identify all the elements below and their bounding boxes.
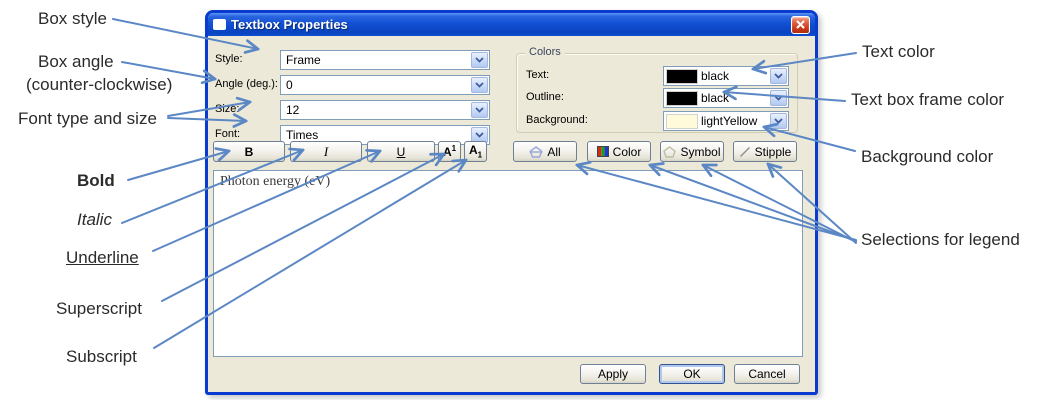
chevron-down-icon[interactable]: [770, 68, 787, 84]
annotation-text-color: Text color: [862, 42, 935, 62]
cancel-button-label: Cancel: [748, 367, 785, 381]
legend-color-button[interactable]: Color: [587, 141, 651, 162]
apply-button[interactable]: Apply: [580, 364, 646, 384]
annotation-font-type-size: Font type and size: [18, 109, 157, 129]
legend-all-button[interactable]: All: [513, 141, 577, 162]
subscript-button[interactable]: A1: [464, 141, 487, 162]
style-dropdown[interactable]: Frame: [280, 50, 490, 70]
annotation-box-style: Box style: [38, 9, 107, 29]
text-color-label: Text:: [526, 69, 549, 81]
underline-button[interactable]: U: [367, 141, 435, 162]
angle-value: 0: [281, 78, 471, 92]
legend-symbol-label: Symbol: [680, 145, 720, 159]
outline-color-label: Outline:: [526, 91, 564, 103]
annotation-box-angle-line2: (counter-clockwise): [26, 75, 172, 95]
annotation-box-angle-line1: Box angle: [38, 52, 114, 72]
outline-color-dropdown[interactable]: black: [663, 88, 789, 108]
annotation-italic: Italic: [77, 210, 112, 230]
style-value: Frame: [281, 53, 471, 67]
diagonal-line-icon: [739, 146, 751, 158]
chevron-down-icon[interactable]: [471, 52, 488, 68]
annotation-underline: Underline: [66, 248, 139, 268]
outline-color-value: black: [697, 91, 770, 105]
background-color-swatch: [667, 115, 697, 128]
chevron-down-icon[interactable]: [471, 102, 488, 118]
font-label: Font:: [215, 128, 240, 140]
close-button[interactable]: [791, 16, 810, 34]
chevron-down-icon[interactable]: [471, 77, 488, 93]
text-color-swatch: [667, 70, 697, 83]
outline-color-swatch: [667, 92, 697, 105]
text-color-dropdown[interactable]: black: [663, 66, 789, 86]
superscript-button-label: A1: [443, 144, 456, 159]
annotation-background-color: Background color: [861, 147, 993, 167]
cancel-button[interactable]: Cancel: [734, 364, 800, 384]
annotation-superscript: Superscript: [56, 299, 142, 319]
titlebar[interactable]: Textbox Properties: [208, 13, 815, 36]
annotation-selections-for-legend: Selections for legend: [861, 230, 1020, 250]
rgb-stripes-icon: [597, 146, 609, 157]
dialog-client-area: Style: Frame Angle (deg.): 0 Size: 12: [208, 36, 815, 392]
legend-color-label: Color: [613, 145, 642, 159]
italic-button-label: I: [324, 144, 328, 160]
apply-button-label: Apply: [598, 367, 628, 381]
chevron-down-icon[interactable]: [770, 90, 787, 106]
underline-button-label: U: [397, 145, 406, 159]
annotation-frame-color: Text box frame color: [851, 90, 1004, 110]
pentagon-strikethrough-icon: [529, 146, 543, 158]
legend-symbol-button[interactable]: Symbol: [660, 141, 724, 162]
text-color-value: black: [697, 69, 770, 83]
annotation-subscript: Subscript: [66, 347, 137, 367]
pentagon-icon: [663, 146, 676, 158]
background-color-value: lightYellow: [697, 114, 770, 128]
close-icon: [795, 19, 806, 30]
ok-button[interactable]: OK: [659, 364, 725, 384]
superscript-button[interactable]: A1: [438, 141, 461, 162]
style-label: Style:: [215, 53, 243, 65]
legend-all-label: All: [547, 145, 560, 159]
textbox-content-area[interactable]: Photon energy (eV): [213, 170, 803, 357]
size-dropdown[interactable]: 12: [280, 100, 490, 120]
size-value: 12: [281, 103, 471, 117]
size-label: Size:: [215, 103, 239, 115]
ok-button-label: OK: [683, 367, 700, 381]
colors-group-title: Colors: [525, 46, 565, 58]
angle-dropdown[interactable]: 0: [280, 75, 490, 95]
textbox-properties-dialog: Textbox Properties Style: Frame Angle (d…: [205, 10, 818, 395]
bold-button[interactable]: B: [213, 141, 285, 162]
annotation-bold: Bold: [77, 171, 115, 191]
background-color-label: Background:: [526, 114, 588, 126]
subscript-button-label: A1: [469, 143, 482, 159]
italic-button[interactable]: I: [290, 141, 362, 162]
window-icon: [213, 19, 226, 30]
bold-button-label: B: [245, 145, 254, 159]
legend-stipple-label: Stipple: [755, 145, 792, 159]
colors-groupbox: Colors Text: black Outline: black: [516, 53, 798, 133]
window-title: Textbox Properties: [231, 17, 786, 32]
chevron-down-icon[interactable]: [770, 113, 787, 129]
screenshot-canvas: Box style Box angle (counter-clockwise) …: [0, 0, 1051, 400]
angle-label: Angle (deg.):: [215, 78, 278, 90]
background-color-dropdown[interactable]: lightYellow: [663, 111, 789, 131]
font-value: Times: [281, 128, 471, 142]
legend-stipple-button[interactable]: Stipple: [733, 141, 797, 162]
